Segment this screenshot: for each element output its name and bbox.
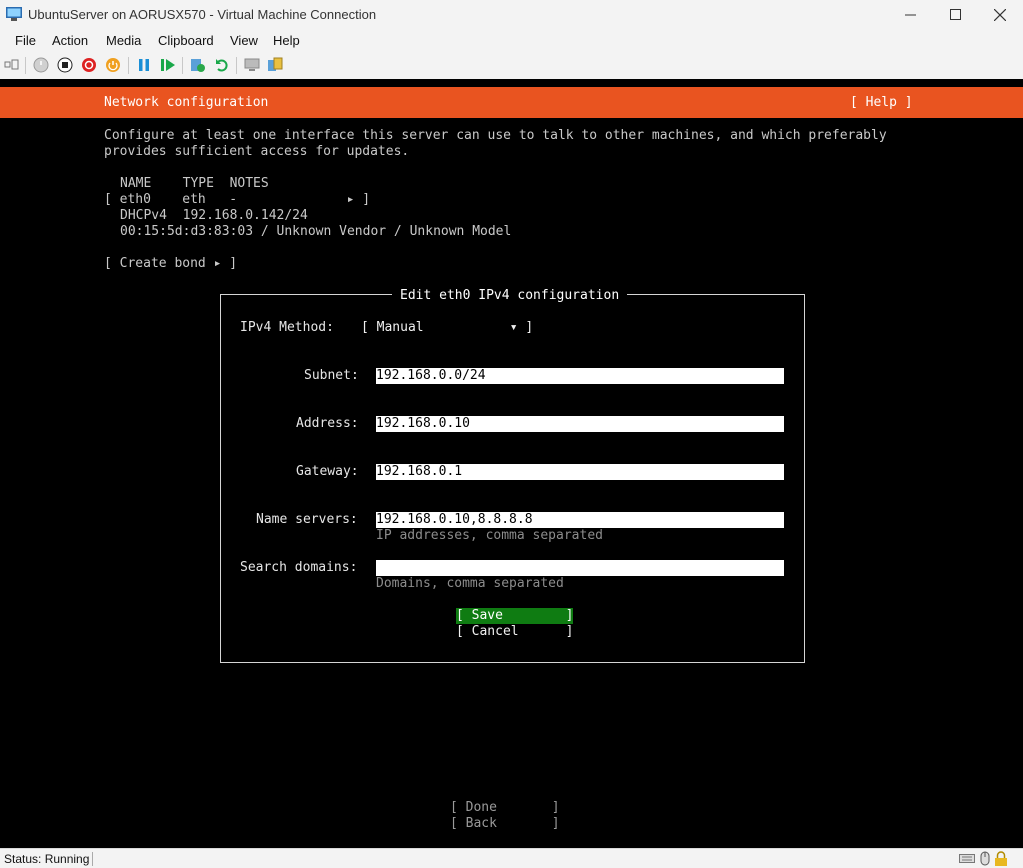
minimize-button[interactable] [887, 0, 933, 29]
ctrl-alt-del-icon[interactable] [4, 57, 20, 73]
search-domains-hint: Domains, comma separated [376, 576, 564, 591]
gateway-input[interactable]: 192.168.0.1 [376, 464, 784, 480]
toolbar [0, 51, 1023, 79]
name-servers-input[interactable]: 192.168.0.10,8.8.8.8 [376, 512, 784, 528]
ipv4-method-label: IPv4 Method: [240, 320, 334, 335]
turn-off-icon[interactable] [57, 57, 73, 73]
intro-text-line2: provides sufficient access for updates. [104, 144, 410, 159]
close-icon [994, 8, 1006, 21]
back-button[interactable]: [ Back ] [450, 816, 560, 832]
address-input[interactable]: 192.168.0.10 [376, 416, 784, 432]
menu-bar: File Action Media Clipboard View Help [0, 29, 1023, 51]
ipv4-method-select[interactable]: [ Manual ▾ ] [361, 320, 533, 336]
search-domains-input[interactable] [376, 560, 784, 576]
start-icon[interactable] [33, 57, 49, 73]
save-button[interactable]: [ Save ] [456, 608, 574, 624]
dialog-title: Edit eth0 IPv4 configuration [392, 288, 628, 304]
reset-icon[interactable] [160, 57, 176, 73]
toolbar-separator [25, 57, 26, 74]
create-bond-button[interactable]: [ Create bond ▸ ] [104, 256, 237, 272]
maximize-button[interactable] [932, 0, 978, 29]
status-separator [92, 852, 93, 866]
page-title: Network configuration [104, 95, 269, 110]
maximize-icon [949, 9, 961, 20]
share-icon[interactable] [267, 57, 283, 73]
close-button[interactable] [977, 0, 1023, 29]
toolbar-separator [236, 57, 237, 74]
pause-icon[interactable] [136, 57, 152, 73]
gateway-label: Gateway: [296, 464, 359, 479]
menu-action[interactable]: Action [52, 33, 88, 48]
subnet-input[interactable]: 192.168.0.0/24 [376, 368, 784, 384]
name-servers-hint: IP addresses, comma separated [376, 528, 603, 543]
minimize-icon [904, 14, 916, 16]
revert-icon[interactable] [214, 57, 230, 73]
toolbar-separator [182, 57, 183, 74]
interface-dhcp-info: DHCPv4 192.168.0.142/24 [120, 208, 308, 223]
search-domains-label: Search domains: [240, 560, 358, 575]
interface-table-header: NAME TYPE NOTES [120, 176, 269, 191]
menu-file[interactable]: File [15, 33, 36, 48]
intro-text-line1: Configure at least one interface this se… [104, 128, 887, 143]
interface-mac-info: 00:15:5d:d3:83:03 / Unknown Vendor / Unk… [120, 224, 512, 239]
toolbar-separator [128, 57, 129, 74]
address-label: Address: [296, 416, 359, 431]
installer-header: Network configuration [ Help ] [0, 87, 1023, 118]
checkpoint-icon[interactable] [190, 57, 206, 73]
help-button[interactable]: [ Help ] [850, 95, 913, 111]
subnet-label: Subnet: [304, 368, 359, 383]
status-bar: Status: Running [0, 848, 1023, 868]
keyboard-icon [959, 854, 975, 863]
name-servers-label: Name servers: [256, 512, 358, 527]
shutdown-icon[interactable] [81, 57, 97, 73]
menu-clipboard[interactable]: Clipboard [158, 33, 214, 48]
window-title: UbuntuServer on AORUSX570 - Virtual Mach… [28, 7, 377, 22]
menu-view[interactable]: View [230, 33, 258, 48]
interface-row-eth0[interactable]: [ eth0 eth - ▸ ] [104, 192, 370, 208]
vm-connection-icon [6, 7, 22, 21]
done-button[interactable]: [ Done ] [450, 800, 560, 816]
vm-status: Status: Running [4, 852, 90, 866]
cancel-button[interactable]: [ Cancel ] [456, 624, 573, 640]
lock-icon [995, 851, 1007, 866]
menu-help[interactable]: Help [273, 33, 300, 48]
vm-console[interactable]: Network configuration [ Help ] Configure… [0, 79, 1023, 848]
menu-media[interactable]: Media [106, 33, 141, 48]
window-titlebar: UbuntuServer on AORUSX570 - Virtual Mach… [0, 0, 1023, 29]
mouse-icon [980, 851, 990, 866]
save-state-icon[interactable] [105, 57, 121, 73]
enhanced-session-icon[interactable] [244, 57, 260, 73]
